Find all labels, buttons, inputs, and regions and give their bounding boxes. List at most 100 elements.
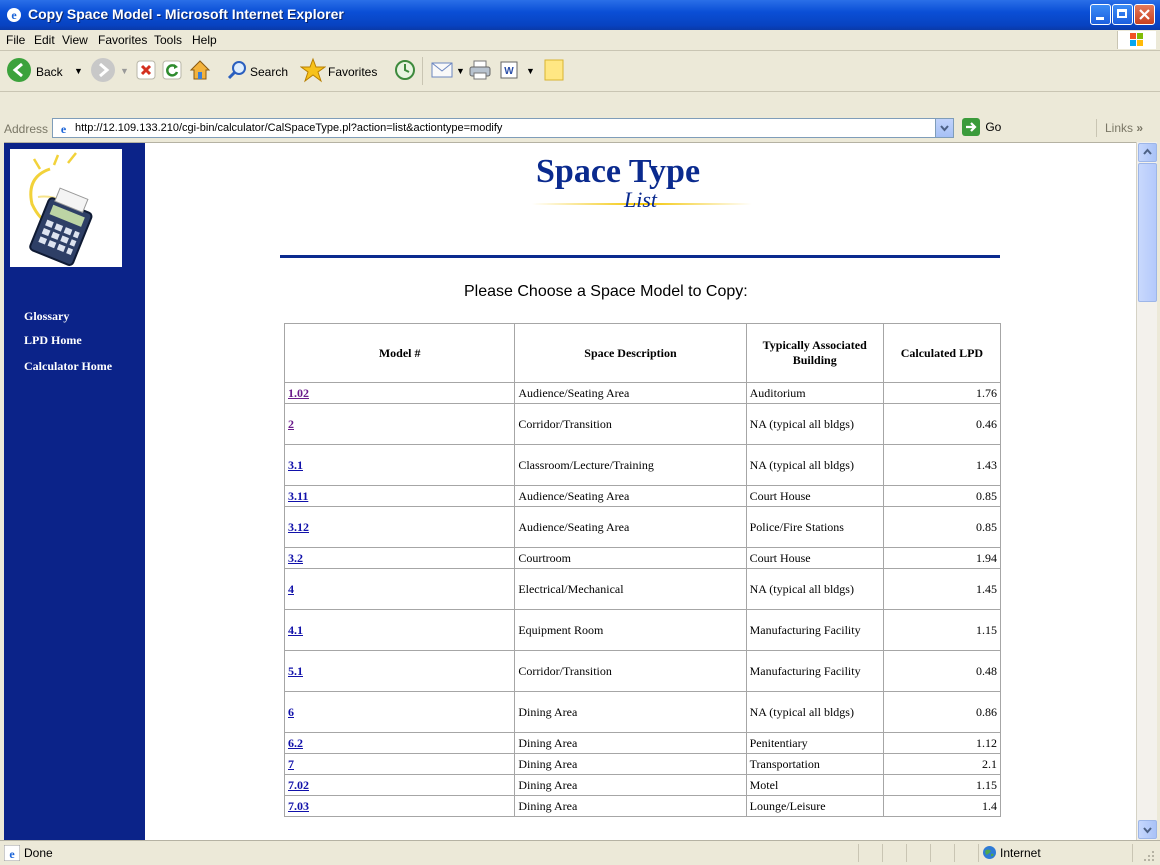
model-link[interactable]: 2 xyxy=(288,417,294,431)
window-title-bar[interactable]: e Copy Space Model - Microsoft Internet … xyxy=(0,0,1160,30)
links-toolbar[interactable]: Links » xyxy=(1105,121,1143,135)
building-cell: NA (typical all bldgs) xyxy=(745,691,884,733)
lpd-cell: 1.76 xyxy=(882,382,1002,404)
back-dropdown-icon[interactable]: ▼ xyxy=(74,66,83,76)
model-link[interactable]: 3.11 xyxy=(288,489,308,503)
mail-dropdown-icon[interactable]: ▼ xyxy=(456,66,465,76)
model-link[interactable]: 5.1 xyxy=(288,664,303,678)
lpd-cell: 1.15 xyxy=(882,774,1002,796)
description-cell: Dining Area xyxy=(514,774,747,796)
description-cell: Dining Area xyxy=(514,732,747,754)
model-link[interactable]: 4 xyxy=(288,582,294,596)
scroll-up-button[interactable] xyxy=(1138,143,1157,162)
table-header-row: Model # Space Description Typically Asso… xyxy=(283,323,1002,383)
sidebar-item-calculator-home[interactable]: Calculator Home xyxy=(24,359,112,374)
menu-tools[interactable]: Tools xyxy=(154,33,182,47)
svg-text:e: e xyxy=(9,847,15,861)
svg-text:e: e xyxy=(61,122,67,136)
lpd-cell: 0.46 xyxy=(882,403,1002,445)
minimize-button[interactable] xyxy=(1090,4,1111,25)
model-cell: 1.02 xyxy=(283,382,516,404)
table-row: 2 Corridor/Transition NA (typical all bldg… xyxy=(283,403,1002,445)
discuss-note-icon[interactable] xyxy=(544,59,564,81)
go-button[interactable]: Go xyxy=(962,118,1001,136)
lpd-cell: 1.15 xyxy=(882,609,1002,651)
print-icon[interactable] xyxy=(468,59,492,81)
menu-bar: File Edit View Favorites Tools Help xyxy=(0,30,1160,51)
column-header-lpd: Calculated LPD xyxy=(882,323,1002,383)
search-label[interactable]: Search xyxy=(250,65,288,79)
scroll-thumb[interactable] xyxy=(1138,163,1157,302)
model-link[interactable]: 6.2 xyxy=(288,736,303,750)
menu-edit[interactable]: Edit xyxy=(34,33,55,47)
menu-favorites[interactable]: Favorites xyxy=(98,33,147,47)
status-text: Done xyxy=(24,846,53,860)
model-link[interactable]: 1.02 xyxy=(288,386,309,400)
address-dropdown-button[interactable] xyxy=(935,119,953,137)
refresh-icon[interactable] xyxy=(162,60,182,80)
description-cell: Electrical/Mechanical xyxy=(514,568,747,610)
model-link[interactable]: 7.03 xyxy=(288,799,309,813)
table-row: 1.02 Audience/Seating Area Auditorium 1.76 xyxy=(283,382,1002,404)
table-row: 4.1 Equipment Room Manufacturing Facility 1… xyxy=(283,609,1002,651)
menu-help[interactable]: Help xyxy=(192,33,217,47)
sidebar-item-glossary[interactable]: Glossary xyxy=(24,309,69,324)
model-cell: 6 xyxy=(283,691,516,733)
edit-dropdown-icon[interactable]: ▼ xyxy=(526,66,535,76)
model-link[interactable]: 4.1 xyxy=(288,623,303,637)
address-input[interactable]: e http://12.109.133.210/cgi-bin/calculat… xyxy=(52,118,954,138)
table-body: 1.02 Audience/Seating Area Auditorium 1.76 2… xyxy=(283,382,1002,817)
model-cell: 6.2 xyxy=(283,732,516,754)
model-link[interactable]: 3.2 xyxy=(288,551,303,565)
forward-icon[interactable] xyxy=(90,57,116,83)
space-model-table: Model # Space Description Typically Asso… xyxy=(283,323,1002,817)
model-link[interactable]: 7 xyxy=(288,757,294,771)
lpd-cell: 1.12 xyxy=(882,732,1002,754)
building-cell: Court House xyxy=(745,547,884,569)
standard-toolbar: Back ▼ ▼ Search Favorites ▼ W ▼ xyxy=(0,51,1160,92)
model-link[interactable]: 6 xyxy=(288,705,294,719)
page-viewport: Glossary LPD Home Calculator Home Space … xyxy=(4,142,1136,841)
model-cell: 2 xyxy=(283,403,516,445)
edit-word-icon[interactable]: W xyxy=(500,61,518,79)
favorites-label[interactable]: Favorites xyxy=(328,65,377,79)
table-row: 6 Dining Area NA (typical all bldgs) 0.86 xyxy=(283,691,1002,733)
model-link[interactable]: 7.02 xyxy=(288,778,309,792)
building-cell: Auditorium xyxy=(745,382,884,404)
model-link[interactable]: 3.1 xyxy=(288,458,303,472)
maximize-button[interactable] xyxy=(1112,4,1133,25)
page-ie-icon: e xyxy=(56,121,71,136)
scroll-down-button[interactable] xyxy=(1138,820,1157,839)
close-button[interactable] xyxy=(1134,4,1155,25)
forward-dropdown-icon[interactable]: ▼ xyxy=(120,66,129,76)
model-cell: 7 xyxy=(283,753,516,775)
history-icon[interactable] xyxy=(394,59,416,81)
vertical-scrollbar[interactable] xyxy=(1136,142,1157,840)
table-row: 5.1 Corridor/Transition Manufacturing Faci… xyxy=(283,650,1002,692)
sidebar-item-lpd-home[interactable]: LPD Home xyxy=(24,333,82,348)
lpd-cell: 1.43 xyxy=(882,444,1002,486)
lpd-cell: 1.45 xyxy=(882,568,1002,610)
model-link[interactable]: 3.12 xyxy=(288,520,309,534)
lpd-cell: 0.48 xyxy=(882,650,1002,692)
links-label: Links xyxy=(1105,121,1134,135)
page-title: Space Type xyxy=(536,153,701,190)
menu-view[interactable]: View xyxy=(62,33,88,47)
building-cell: Lounge/Leisure xyxy=(745,795,884,817)
home-icon[interactable] xyxy=(188,58,212,82)
menu-file[interactable]: File xyxy=(6,33,25,47)
description-cell: Dining Area xyxy=(514,691,747,733)
search-icon[interactable] xyxy=(226,59,248,81)
resize-grip-icon[interactable] xyxy=(1142,849,1156,863)
back-label[interactable]: Back xyxy=(36,65,63,79)
description-cell: Classroom/Lecture/Training xyxy=(514,444,747,486)
stop-icon[interactable] xyxy=(136,60,156,80)
mail-icon[interactable] xyxy=(430,60,456,80)
building-cell: Court House xyxy=(745,485,884,507)
back-icon[interactable] xyxy=(6,57,32,83)
table-row: 7.02 Dining Area Motel 1.15 xyxy=(283,774,1002,796)
favorites-star-icon[interactable] xyxy=(300,57,326,83)
table-row: 4 Electrical/Mechanical NA (typical all bl… xyxy=(283,568,1002,610)
model-cell: 7.03 xyxy=(283,795,516,817)
address-label: Address xyxy=(4,122,49,136)
